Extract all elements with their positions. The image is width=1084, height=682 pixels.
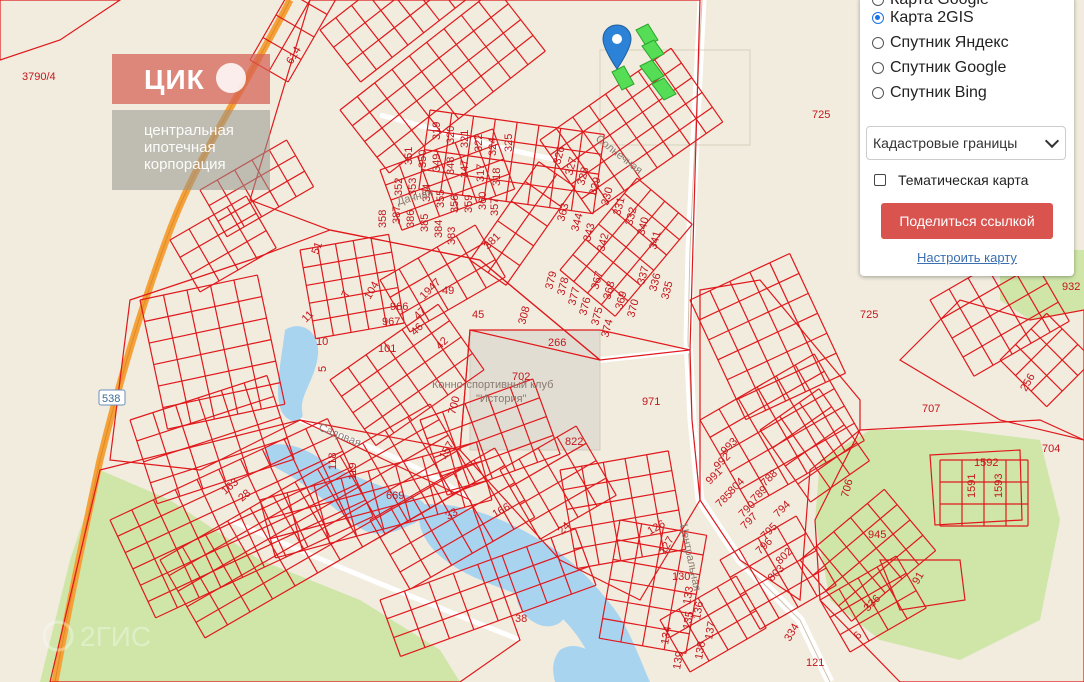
parcel-label: 357 bbox=[489, 198, 501, 216]
parcel-label: 121 bbox=[806, 657, 824, 669]
logo-line-1: центральная bbox=[144, 122, 234, 139]
parcel-label: 351 bbox=[403, 147, 415, 165]
map-layer-panel: Карта Google Карта 2GIS Спутник Яндекс С… bbox=[860, 0, 1074, 276]
parcel-label: 349 bbox=[431, 154, 443, 172]
parcel-label: 384 bbox=[433, 220, 445, 238]
parcel-label: 317 bbox=[475, 164, 487, 182]
radio-icon[interactable] bbox=[872, 0, 884, 6]
parcel-label: 49 bbox=[442, 285, 454, 297]
parcel-label: 324 bbox=[487, 138, 499, 156]
poi-label-line1: Конно-спортивный клуб bbox=[432, 379, 553, 391]
layer-option-yandex-satellite[interactable]: Спутник Яндекс bbox=[872, 32, 1009, 54]
parcel-label: 322 bbox=[473, 134, 485, 152]
layer-option-label: Спутник Bing bbox=[890, 84, 987, 101]
logo-subtitle-box: центральная ипотечная корпорация bbox=[112, 110, 270, 190]
parcel-label: 10 bbox=[316, 336, 328, 348]
parcel-label: 725 bbox=[812, 109, 830, 121]
layer-option-2gis[interactable]: Карта 2GIS bbox=[872, 7, 974, 29]
overlay-select-value: Кадастровые границы bbox=[873, 135, 1018, 151]
road-shield-number: 538 bbox=[102, 393, 120, 405]
parcel-label: 966 bbox=[390, 301, 408, 313]
parcel-label: 1591 bbox=[966, 474, 978, 498]
share-link-button[interactable]: Поделиться ссылкой bbox=[881, 203, 1053, 239]
parcel-label: 350 bbox=[417, 150, 429, 168]
radio-icon[interactable] bbox=[872, 87, 884, 99]
parcel-label: 387 bbox=[391, 206, 403, 224]
parcel-label: 38 bbox=[515, 613, 527, 625]
poi-label-line2: "История" bbox=[476, 393, 527, 405]
logo-line-2: ипотечная bbox=[144, 139, 216, 156]
parcel-label: 356 bbox=[449, 195, 461, 213]
parcel-label: 704 bbox=[1042, 443, 1060, 455]
parcel-label: 45 bbox=[472, 309, 484, 321]
parcel-label: 385 bbox=[419, 214, 431, 232]
radio-icon[interactable] bbox=[872, 62, 884, 74]
parcel-label: 822 bbox=[565, 436, 583, 448]
parcel-label: 669 bbox=[386, 490, 404, 502]
radio-icon[interactable] bbox=[872, 37, 884, 49]
road-shield: 538 bbox=[98, 389, 126, 406]
parcel-label: 318 bbox=[491, 168, 503, 186]
parcel-label: 971 bbox=[642, 396, 660, 408]
parcel-label: 5 bbox=[317, 366, 329, 372]
thematic-map-toggle[interactable]: Тематическая карта bbox=[874, 172, 1028, 188]
logo-banner: ЦИК bbox=[112, 54, 270, 104]
parcel-label: 967 bbox=[382, 316, 400, 328]
parcel-label: 945 bbox=[868, 529, 886, 541]
layer-option-label: Карта 2GIS bbox=[890, 9, 974, 26]
parcel-label: 358 bbox=[377, 210, 389, 228]
parcel-label: 266 bbox=[548, 337, 566, 349]
parcel-label: 352 bbox=[393, 178, 405, 196]
checkbox-icon[interactable] bbox=[874, 174, 886, 186]
radio-selected-icon[interactable] bbox=[872, 12, 884, 24]
overlay-select[interactable]: Кадастровые границы bbox=[866, 126, 1066, 160]
parcel-label: 707 bbox=[922, 403, 940, 415]
parcel-label: 118 bbox=[327, 452, 339, 470]
parcel-label: 1593 bbox=[993, 474, 1005, 498]
parcel-label: 119 bbox=[347, 462, 359, 480]
parcel-label: 319 bbox=[431, 122, 443, 140]
watermark-text: 2ГИС bbox=[80, 621, 151, 652]
logo-mark-icon bbox=[216, 63, 246, 93]
parcel-label: 383 bbox=[446, 227, 458, 245]
logo-line-3: корпорация bbox=[144, 156, 226, 173]
layer-option-label: Спутник Яндекс bbox=[890, 34, 1009, 51]
parcel-label: 3790/4 bbox=[22, 71, 56, 83]
parcel-label: 359 bbox=[463, 195, 475, 213]
cik-logo: ЦИК центральная ипотечная корпорация bbox=[112, 54, 270, 190]
parcel-label: 347 bbox=[459, 160, 471, 178]
layer-option-bing-satellite[interactable]: Спутник Bing bbox=[872, 82, 987, 104]
chevron-down-icon bbox=[1044, 133, 1060, 149]
parcel-label: 932 bbox=[1062, 281, 1080, 293]
layer-option-google-satellite[interactable]: Спутник Google bbox=[872, 57, 1006, 79]
parcel-label: 348 bbox=[445, 157, 457, 175]
logo-title: ЦИК bbox=[144, 64, 205, 95]
parcel-label: 1592 bbox=[974, 457, 998, 469]
parcel-label: 355 bbox=[435, 190, 447, 208]
location-pin-icon[interactable] bbox=[602, 24, 632, 70]
layer-option-label: Спутник Google bbox=[890, 59, 1007, 76]
configure-map-link[interactable]: Настроить карту bbox=[860, 250, 1074, 265]
parcel-label: 321 bbox=[459, 130, 471, 148]
parcel-label: 360 bbox=[477, 192, 489, 210]
parcel-label: 325 bbox=[503, 134, 515, 152]
parcel-label: 386 bbox=[405, 210, 417, 228]
parcel-label: 320 bbox=[445, 126, 457, 144]
thematic-map-label: Тематическая карта bbox=[898, 172, 1029, 188]
parcel-label: 101 bbox=[378, 343, 396, 355]
parcel-label: 725 bbox=[860, 309, 878, 321]
